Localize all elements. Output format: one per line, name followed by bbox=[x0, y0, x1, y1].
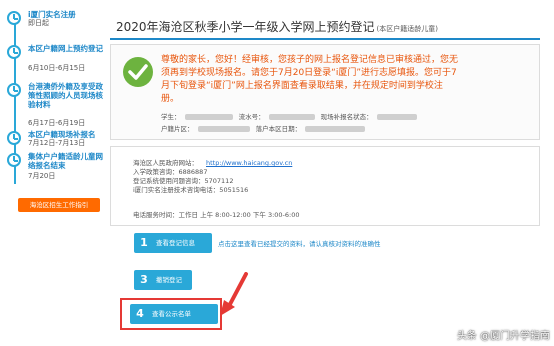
timeline-item-date: 6月17日-6月19日 bbox=[28, 119, 86, 127]
approval-message-line: 须再到学校现场报名。请您于7月20日登录“i厦门”进行志愿填报。您可于7 bbox=[161, 68, 457, 78]
timeline-item-date: 即日起 bbox=[28, 19, 49, 27]
contact-info-panel: 海沧区人民政府网站： http://www.haicang.gov.cn 入学政策… bbox=[110, 146, 540, 226]
page-title: 2020年海沧区秋季小学一年级入学网上预约登记 (本区户籍适龄儿童) bbox=[116, 18, 438, 35]
approval-message-line: 月下旬登录“i厦门”网上报名界面查看录取结果，并在规定时间到学校注 bbox=[161, 81, 443, 91]
onsite-status-label: 现场补报名状态： bbox=[320, 113, 373, 121]
student-info-row: 学生： 流水号： 现场补报名状态： bbox=[161, 111, 421, 121]
clock-icon bbox=[7, 83, 21, 97]
step-number: 3 bbox=[140, 273, 148, 286]
clock-icon bbox=[7, 153, 21, 167]
step-label: 查看登记信息 bbox=[156, 239, 195, 247]
gov-site-link[interactable]: http://www.haicang.gov.cn bbox=[206, 159, 292, 167]
timeline-item-date: 6月10日-6月15日 bbox=[28, 64, 86, 72]
highlight-box bbox=[120, 298, 222, 330]
timeline-item-title: 本区户籍现场补报名 bbox=[28, 130, 96, 139]
imx-phone: i厦门实名注册技术咨询电话：5051516 bbox=[133, 186, 249, 194]
service-hours: 电话服务时间：工作日 上午 8:00-12:00 下午 3:00-6:00 bbox=[133, 211, 300, 219]
timeline-item-title: 集体户户籍适龄儿童网络报名结束 bbox=[28, 152, 103, 170]
clock-icon bbox=[7, 45, 21, 59]
pointer-arrow-icon bbox=[220, 272, 248, 316]
timeline-item-title: 本区户籍网上预约登记 bbox=[28, 44, 103, 53]
clock-icon bbox=[7, 131, 21, 145]
timeline-item-title: i厦门实名注册 bbox=[28, 10, 76, 19]
hukou-date-label: 落户本区日期： bbox=[255, 125, 302, 133]
step-label: 撤销登记 bbox=[156, 276, 182, 284]
student-label: 学生： bbox=[161, 113, 181, 121]
enrollment-guide-button[interactable]: 海沧区招生工作指引 bbox=[18, 198, 100, 212]
timeline-item-date: 7月20日 bbox=[28, 172, 56, 180]
main-content: 2020年海沧区秋季小学一年级入学网上预约登记 (本区户籍适龄儿童) 尊敬的家长，… bbox=[106, 0, 554, 346]
page-title-text: 2020年海沧区秋季小学一年级入学网上预约登记 bbox=[116, 20, 375, 34]
view-registration-hint: 点击这里查看已经提交的资料，请认真核对资料的准确性 bbox=[218, 240, 381, 248]
watermark: 头条 @厦门升学指南 bbox=[456, 331, 550, 342]
approval-message: 尊敬的家长，您好！经审核，您孩子的网上报名登记信息已审核通过，您无 须再到学校现… bbox=[161, 54, 533, 106]
check-icon bbox=[123, 57, 153, 87]
redacted-value bbox=[197, 126, 250, 132]
redacted-value bbox=[305, 126, 366, 132]
sidebar-timeline: i厦门实名注册 即日起 本区户籍网上预约登记 6月10日-6月15日 台港澳侨外… bbox=[0, 0, 106, 346]
approval-notice-panel: 尊敬的家长，您好！经审核，您孩子的网上报名登记信息已审核通过，您无 须再到学校现… bbox=[110, 44, 540, 140]
redacted-value bbox=[268, 114, 315, 120]
view-registration-button[interactable]: 1 查看登记信息 bbox=[134, 233, 212, 253]
redacted-value bbox=[184, 114, 233, 120]
timeline-item-title: 台港澳侨外籍及享受政策性照顾的人员现场核验材料 bbox=[28, 82, 103, 109]
serial-label: 流水号： bbox=[238, 113, 265, 121]
page-subtitle: (本区户籍适龄儿童) bbox=[376, 25, 439, 33]
approval-message-line: 尊敬的家长，您好！经审核，您孩子的网上报名登记信息已审核通过，您无 bbox=[161, 55, 459, 65]
cancel-registration-button[interactable]: 3 撤销登记 bbox=[134, 270, 192, 290]
household-area-label: 户籍片区： bbox=[161, 125, 194, 133]
title-divider bbox=[110, 38, 540, 40]
household-info-row: 户籍片区： 落户本区日期： bbox=[161, 123, 369, 133]
approval-message-line: 册。 bbox=[161, 94, 180, 104]
redacted-value bbox=[376, 114, 417, 120]
clock-icon bbox=[7, 11, 21, 25]
timeline-item-date: 7月12日-7月13日 bbox=[28, 139, 86, 147]
step-number: 1 bbox=[140, 236, 148, 249]
